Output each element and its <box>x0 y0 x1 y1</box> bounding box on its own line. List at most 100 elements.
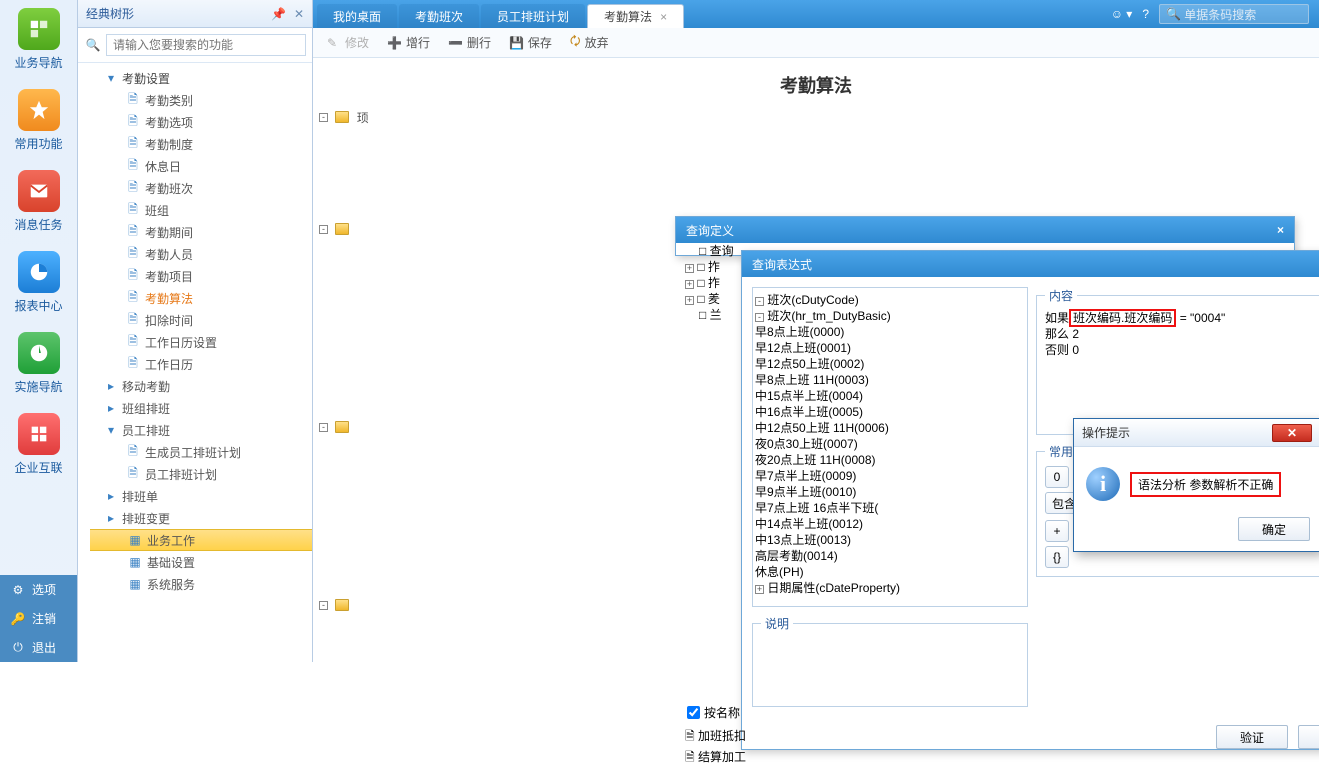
tree-item[interactable]: 🗎考勤选项 <box>90 111 312 133</box>
field-tree[interactable]: - 班次(cDutyCode) - 班次(hr_tm_DutyBasic) 早8… <box>752 287 1028 607</box>
tree-item[interactable]: 🗎考勤制度 <box>90 133 312 155</box>
nav-enterprise[interactable]: 企业互联 <box>0 405 77 486</box>
tree-item[interactable]: 🗎班组 <box>90 199 312 221</box>
tree-item[interactable]: 🗎员工排班计划 <box>90 463 312 485</box>
field-item[interactable]: 夜20点上班 11H(0008) <box>755 452 1025 468</box>
tree-item[interactable]: 🗎休息日 <box>90 155 312 177</box>
nav-label: 消息任务 <box>0 216 77 233</box>
tree-search-input[interactable] <box>106 34 306 56</box>
op-sym[interactable]: {} <box>1045 546 1069 568</box>
tab-close-icon[interactable]: × <box>660 10 667 24</box>
nav-options[interactable]: ⚙选项 <box>0 575 77 604</box>
exit-icon: ⏻ <box>10 640 26 656</box>
nav-reports[interactable]: 报表中心 <box>0 243 77 324</box>
pin-icon[interactable]: 📌 <box>271 7 286 21</box>
field-item[interactable]: 早12点上班(0001) <box>755 340 1025 356</box>
field-item[interactable]: 早12点50上班(0002) <box>755 356 1025 372</box>
tree-group[interactable]: ▸班组排班 <box>90 397 312 419</box>
tree-group[interactable]: ▸排班单 <box>90 485 312 507</box>
tree-cat-business[interactable]: ▦业务工作 <box>90 529 312 551</box>
dialog-title: 查询定义 <box>686 222 734 239</box>
barcode-search[interactable]: 🔍 单据条码搜索 <box>1159 4 1309 24</box>
field-item[interactable]: 中15点半上班(0004) <box>755 388 1025 404</box>
file-icon: 🗎 <box>126 269 140 283</box>
byname-checkbox[interactable]: 按名称 <box>687 704 746 721</box>
field-item[interactable]: 休息(PH) <box>755 564 1025 580</box>
dialog-close-icon[interactable]: × <box>1277 223 1284 237</box>
info-icon: i <box>1086 467 1120 501</box>
field-item[interactable]: 早9点半上班(0010) <box>755 484 1025 500</box>
tree-group-attendance-settings[interactable]: ▾考勤设置 <box>90 67 312 89</box>
nav-label: 报表中心 <box>0 297 77 314</box>
tree-item[interactable]: 🗎考勤期间 <box>90 221 312 243</box>
ok-button[interactable]: 确定 <box>1298 725 1319 749</box>
minus-icon: ➖ <box>448 36 463 50</box>
toolbar: ✎修改 ➕增行 ➖删行 💾保存 🗘放弃 <box>313 28 1319 58</box>
file-icon: 🗎 <box>126 93 140 107</box>
tab-desktop[interactable]: 我的桌面 <box>317 4 397 28</box>
search-icon: 🔍 <box>1166 7 1181 21</box>
tree-item[interactable]: 🗎考勤项目 <box>90 265 312 287</box>
tree-title: 经典树形 <box>86 5 134 22</box>
tab-algorithm[interactable]: 考勤算法× <box>587 4 684 28</box>
tree-item[interactable]: 🗎考勤人员 <box>90 243 312 265</box>
nav-favorites[interactable]: 常用功能 <box>0 81 77 162</box>
tree-cat-base[interactable]: ▦基础设置 <box>90 551 312 573</box>
file-icon: 🗎 <box>126 203 140 217</box>
field-item[interactable]: 早8点上班(0000) <box>755 324 1025 340</box>
dlg1-body-peek: □ 查询 + □ 拃 + □ 拃 + □ 羑 □ 兰 <box>685 242 745 322</box>
grid-icon: ▦ <box>128 533 142 547</box>
smile-icon[interactable]: ☺ ▾ <box>1111 7 1133 21</box>
field-item[interactable]: 高层考勤(0014) <box>755 548 1025 564</box>
tree-cat-system[interactable]: ▦系统服务 <box>90 573 312 595</box>
op-sym[interactable]: + <box>1045 520 1069 542</box>
nav-implement[interactable]: 实施导航 <box>0 324 77 405</box>
msgbox-close-icon[interactable]: ✕ <box>1272 424 1312 442</box>
tree-item[interactable]: 🗎考勤班次 <box>90 177 312 199</box>
field-item[interactable]: 中14点半上班(0012) <box>755 516 1025 532</box>
nav-business[interactable]: 业务导航 <box>0 0 77 81</box>
field-item[interactable]: 夜0点30上班(0007) <box>755 436 1025 452</box>
verify-button[interactable]: 验证 <box>1216 725 1288 749</box>
field-item[interactable]: 早7点半上班(0009) <box>755 468 1025 484</box>
close-icon[interactable]: ✕ <box>294 7 304 21</box>
nav-logout[interactable]: 🔑注销 <box>0 604 77 633</box>
btn-modify[interactable]: ✎修改 <box>327 34 369 51</box>
btn-addrow[interactable]: ➕增行 <box>387 34 430 51</box>
file-icon: 🗎 <box>126 159 140 173</box>
msgbox-ok-button[interactable]: 确定 <box>1238 517 1310 541</box>
op-digit[interactable]: 0 <box>1045 466 1069 488</box>
nav-messages[interactable]: 消息任务 <box>0 162 77 243</box>
caret-right-icon: ▸ <box>108 511 122 525</box>
help-icon[interactable]: ? <box>1142 7 1149 21</box>
tree-group[interactable]: ▸排班变更 <box>90 507 312 529</box>
bg-tree: - 顼 - - - <box>319 108 379 614</box>
grid-icon: ▦ <box>128 577 142 591</box>
file-icon: 🗎 <box>126 313 140 327</box>
btn-discard[interactable]: 🗘放弃 <box>570 32 609 53</box>
tree-item[interactable]: 🗎扣除时间 <box>90 309 312 331</box>
edit-icon: ✎ <box>327 36 341 50</box>
field-item[interactable]: 早8点上班 11H(0003) <box>755 372 1025 388</box>
field-item[interactable]: 中13点上班(0013) <box>755 532 1025 548</box>
file-icon: 🗎 <box>126 445 140 459</box>
expr-content[interactable]: 如果班次编码.班次编码 = "0004" 那么 2 否则 0 <box>1045 310 1319 426</box>
tree-item[interactable]: 🗎生成员工排班计划 <box>90 441 312 463</box>
key-icon: 🔑 <box>10 611 26 627</box>
tree-item[interactable]: 🗎工作日历设置 <box>90 331 312 353</box>
tree-group[interactable]: ▾员工排班 <box>90 419 312 441</box>
tree-item-active[interactable]: 🗎考勤算法 <box>90 287 312 309</box>
tree-group[interactable]: ▸移动考勤 <box>90 375 312 397</box>
field-item[interactable]: 早7点上班 16点半下班( <box>755 500 1025 516</box>
tree-item[interactable]: 🗎工作日历 <box>90 353 312 375</box>
field-item[interactable]: 中16点半上班(0005) <box>755 404 1025 420</box>
field-item[interactable]: 中12点50上班 11H(0006) <box>755 420 1025 436</box>
file-icon: 🗎 <box>126 115 140 129</box>
caret-down-icon: ▾ <box>108 423 122 437</box>
btn-delrow[interactable]: ➖删行 <box>448 34 491 51</box>
tree-item[interactable]: 🗎考勤类别 <box>90 89 312 111</box>
btn-save[interactable]: 💾保存 <box>509 34 552 51</box>
tab-shift[interactable]: 考勤班次 <box>399 4 479 28</box>
tab-schedule[interactable]: 员工排班计划 <box>481 4 585 28</box>
nav-exit[interactable]: ⏻退出 <box>0 633 77 662</box>
